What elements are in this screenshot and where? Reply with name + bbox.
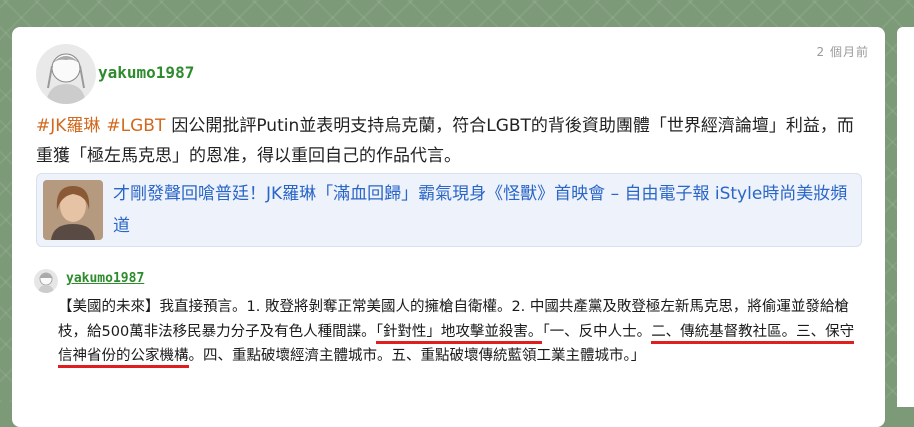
adjacent-panel-edge — [897, 27, 914, 407]
post-card: yakumo1987 2 個月前 #JK羅琳 #LGBT 因公開批評Putin並表明… — [12, 27, 885, 427]
user-avatar[interactable] — [36, 44, 96, 104]
reply-text-part: 。四、重點破壞經濟主體城市。五、重點破壞傳統藍領工業主體城市。」 — [188, 348, 646, 364]
reply-text-part: 「一、反中人士。 — [542, 323, 652, 340]
reply-text: 【美國的未來】我直接預言。1. 敗登將剝奪正常美國人的擁槍自衛權。2. 中國共產… — [58, 295, 866, 369]
link-preview-card[interactable]: 才剛發聲回嗆普廷！JK羅琳「滿血回歸」霸氣現身《怪獸》首映會 – 自由電子報 i… — [36, 173, 862, 247]
link-thumbnail[interactable] — [43, 180, 103, 240]
underlined-phrase: 「針對性」地攻擊並殺害。 — [375, 323, 543, 344]
post-text: #JK羅琳 #LGBT 因公開批評Putin並表明支持烏克蘭，符合LGBT的背後資助… — [36, 111, 866, 171]
post-username[interactable]: yakumo1987 — [98, 63, 194, 82]
link-preview-title[interactable]: 才剛發聲回嗆普廷！JK羅琳「滿血回歸」霸氣現身《怪獸》首映會 – 自由電子報 i… — [113, 178, 853, 242]
hashtag-jk[interactable]: #JK羅琳 — [36, 116, 100, 136]
hashtag-lgbt[interactable]: #LGBT — [106, 116, 165, 136]
reply-username[interactable]: yakumo1987 — [66, 271, 144, 286]
reply-avatar[interactable] — [34, 269, 58, 293]
post-timestamp: 2 個月前 — [816, 45, 869, 59]
